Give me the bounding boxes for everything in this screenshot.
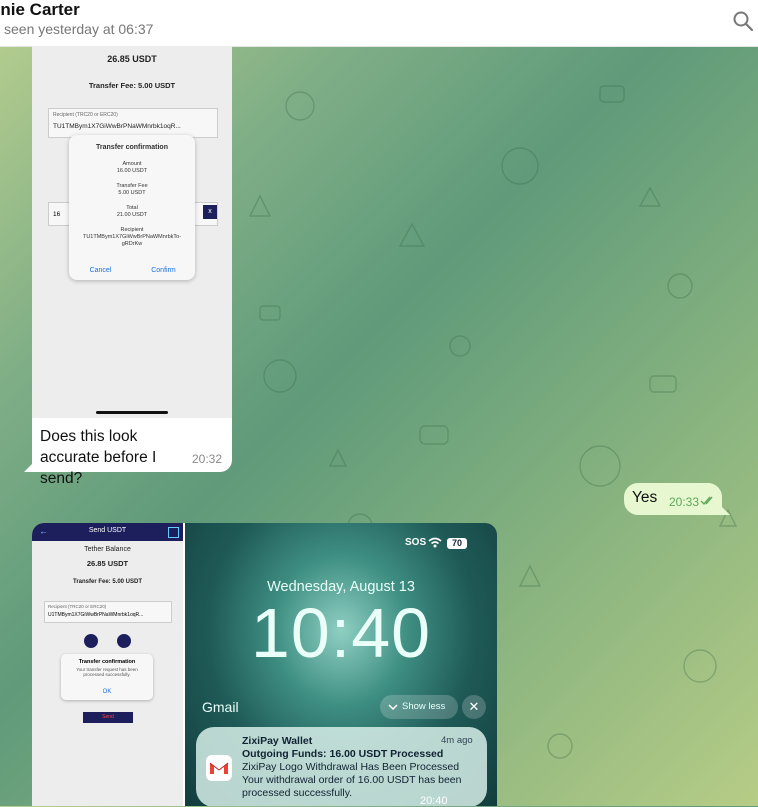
dialog-total-value: 21.00 USDT (116, 212, 148, 218)
home-indicator (96, 411, 168, 414)
message-caption-bubble: Does this look accurate before I send? 2… (24, 418, 232, 487)
paste-icon (84, 634, 98, 648)
gmail-icon (206, 755, 232, 781)
battery-level: 70 (447, 538, 467, 549)
wallet-screenshot-image[interactable]: ← Send USDT Tether Balance 26.85 USDT Tr… (32, 523, 185, 806)
dialog-title: Transfer confirmation (78, 659, 136, 665)
message-outgoing[interactable]: Yes 20:33 (624, 483, 730, 515)
show-less-label: Show less (402, 701, 446, 712)
chat-header: nnie Carter seen yesterday at 06:37 (0, 0, 758, 47)
message-incoming-screenshot[interactable]: 26.85 USDT Transfer Fee: 5.00 USDT Recip… (24, 46, 232, 487)
recipient-label: Recipient (TRC20 or ERC20) (53, 112, 118, 118)
contact-name[interactable]: nnie Carter (0, 0, 80, 20)
dialog-fee-label: Transfer Fee (116, 183, 148, 189)
show-less-button: Show less (380, 695, 458, 719)
notification-subject: Outgoing Funds: 16.00 USDT Processed (242, 748, 444, 760)
transfer-fee-text: Transfer Fee: 5.00 USDT (72, 579, 143, 585)
shared-screenshot-image[interactable]: 26.85 USDT Transfer Fee: 5.00 USDT Recip… (32, 46, 232, 418)
balance-label: Tether Balance (84, 546, 131, 553)
close-icon: ✕ (462, 695, 486, 719)
transfer-fee-text: Transfer Fee: 5.00 USDT (88, 81, 176, 90)
dialog-amount-label: Amount (122, 161, 142, 167)
double-check-icon (700, 496, 713, 506)
notification-age: 4m ago (441, 735, 473, 746)
amount-value: 16 (53, 211, 61, 218)
dialog-total-label: Total (126, 205, 138, 211)
recipient-label: Recipient (TRC20 or ERC20) (48, 604, 107, 609)
qr-scan-icon (117, 634, 131, 648)
dialog-cancel-button: Cancel (89, 267, 112, 274)
notification-sender: ZixiPay Wallet (242, 735, 313, 747)
dialog-title: Transfer confirmation (96, 144, 168, 151)
send-button: Send (83, 712, 133, 723)
balance-value: 26.85 USDT (107, 54, 157, 64)
clear-amount-icon: x (203, 205, 217, 219)
recipient-field: Recipient (TRC20 or ERC20) U1TMBym1X7GiW… (44, 601, 172, 623)
balance-value: 26.85 USDT (86, 559, 129, 568)
chevron-down-icon (388, 704, 398, 711)
transfer-confirmation-dialog: Transfer confirmation Amount 16.00 USDT … (69, 135, 195, 280)
dialog-fee-value: 5.00 USDT (118, 190, 146, 196)
dialog-recipient-label: Recipient (120, 227, 144, 233)
recipient-value: TU1TMBym1X7GiWwBrPNaWMnrbk1oqR... (53, 123, 181, 130)
notification-body-line: ZixiPay Logo Withdrawal Has Been Process… (242, 761, 460, 773)
dialog-confirm-button: Confirm (151, 267, 176, 274)
lockscreen-clock: 10:40 (250, 594, 432, 672)
wallet-app-bar: ← Send USDT (32, 523, 183, 541)
message-text: Does this look accurate before I send? (40, 428, 157, 487)
message-text: Yes (632, 489, 658, 506)
recipient-value: U1TMBym1X7GiWwBrPNaWMnrbk1oqR... (48, 612, 144, 618)
notification-body-line: Your withdrawal order of 16.00 USDT has … (242, 774, 462, 786)
search-icon[interactable] (732, 10, 754, 32)
message-time: 20:33 (669, 495, 700, 509)
dialog-message: Your transfer request has been processed… (76, 667, 138, 677)
dialog-recipient-value: TU1TMBym1X7GiWwBrPNaWMnrbkTo-gRDrKw (82, 234, 182, 247)
message-time: 20:40 (420, 795, 448, 807)
wifi-icon (428, 537, 442, 548)
recipient-field: Recipient (TRC20 or ERC20) TU1TMBym1X7Gi… (48, 108, 218, 138)
transfer-result-dialog: Transfer confirmation Your transfer requ… (61, 654, 153, 700)
menu-icon (168, 527, 179, 538)
last-seen-status: seen yesterday at 06:37 (4, 21, 154, 37)
notification-app-name: Gmail (202, 699, 239, 715)
lockscreen-screenshot-image[interactable]: SOS 70 Wednesday, August 13 10:40 Gmail … (185, 523, 497, 806)
message-incoming-album[interactable]: ← Send USDT Tether Balance 26.85 USDT Tr… (32, 523, 497, 806)
dialog-ok-button: OK (102, 689, 112, 695)
message-time: 20:32 (191, 452, 222, 466)
dialog-amount-value: 16.00 USDT (116, 168, 148, 174)
sos-status: SOS (405, 537, 427, 548)
wallet-title: Send USDT (88, 527, 127, 534)
notification-body-line: processed successfully. (242, 787, 353, 799)
